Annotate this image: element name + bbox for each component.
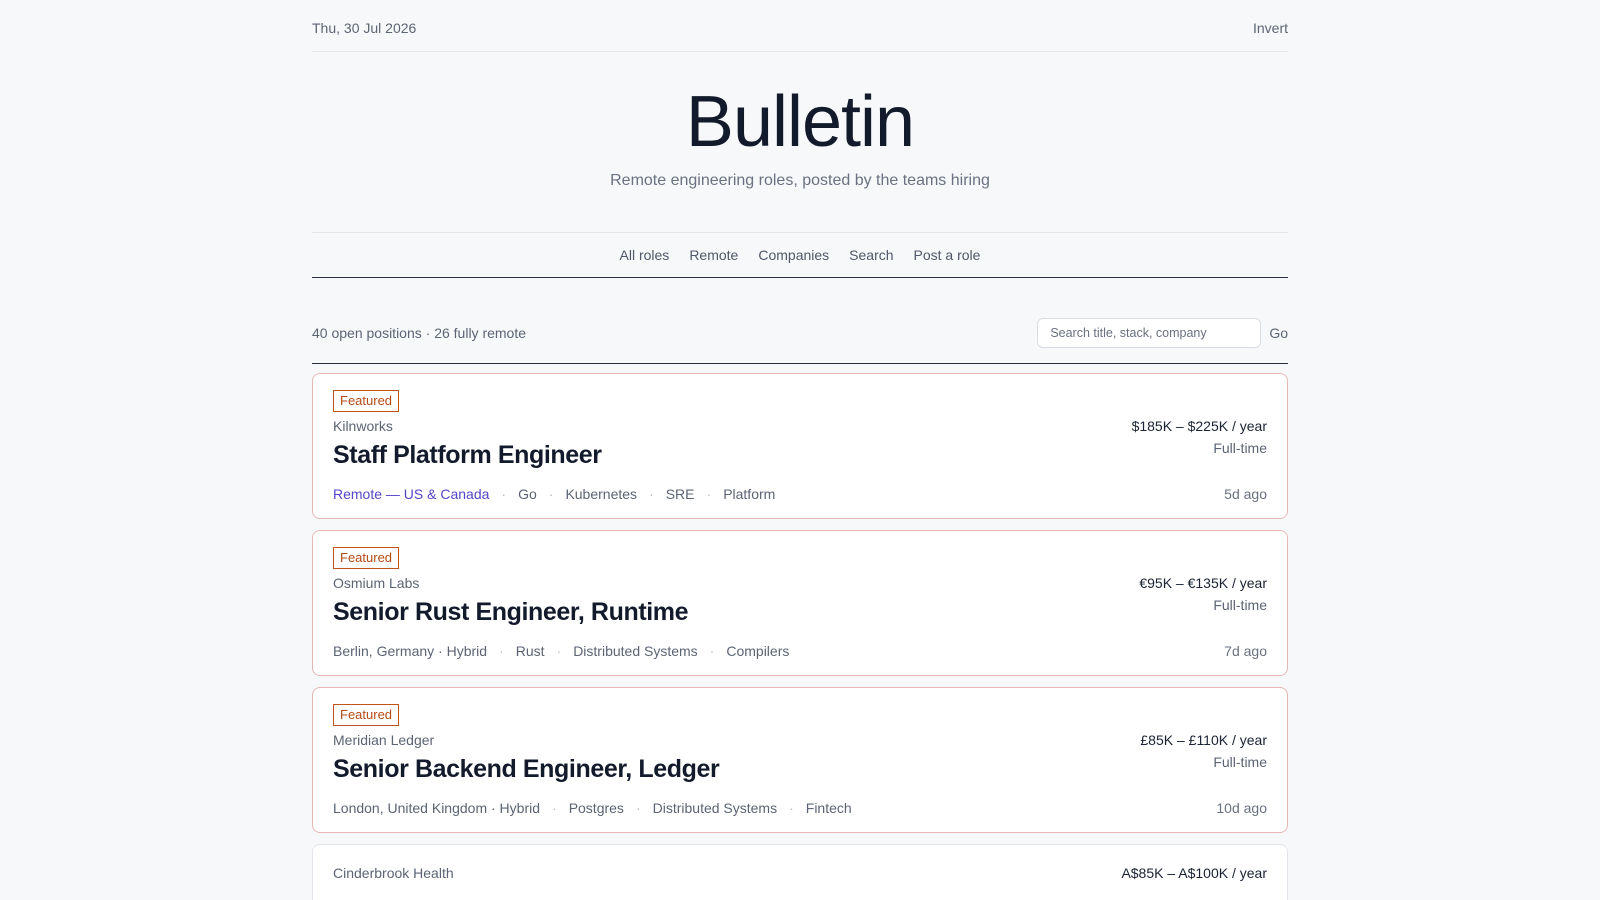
page: Thu, 30 Jul 2026 Invert Bulletin Remote … — [312, 0, 1288, 900]
job-tags: London, United Kingdom · Hybrid · Postgr… — [333, 800, 852, 816]
tag-separator: · — [635, 800, 641, 816]
nav-post-a-role[interactable]: Post a role — [914, 247, 981, 263]
featured-badge: Featured — [333, 547, 400, 569]
nav-all-roles[interactable]: All roles — [620, 247, 670, 263]
posted-age: 5d ago — [1224, 486, 1267, 502]
nav-search[interactable]: Search — [849, 247, 893, 263]
tag-separator: · — [789, 800, 794, 816]
tag-separator: · — [706, 486, 712, 502]
job-title[interactable]: Senior Rust Engineer, Runtime — [333, 598, 689, 627]
invert-toggle[interactable]: Invert — [1253, 20, 1288, 36]
job-list: Featured Kilnworks $185K – $225K / year … — [312, 373, 1288, 900]
company-name: Cinderbrook Health — [333, 865, 454, 881]
tag-separator: · — [556, 643, 562, 659]
tag-separator: · — [649, 486, 654, 502]
salary-range: £85K – £110K / year — [1140, 732, 1267, 748]
current-date: Thu, 30 Jul 2026 — [312, 19, 417, 36]
tag-separator: · — [548, 486, 554, 502]
company-name: Osmium Labs — [333, 575, 420, 591]
featured-badge: Featured — [333, 704, 400, 726]
job-location: London, United Kingdom · Hybrid — [333, 800, 541, 816]
job-tag: Distributed Systems — [573, 643, 698, 659]
search-form: Go — [1037, 317, 1288, 348]
search-input[interactable] — [1037, 317, 1262, 348]
job-card[interactable]: Featured Osmium Labs €95K – €135K / year… — [312, 530, 1288, 676]
job-title[interactable]: Staff Platform Engineer — [333, 441, 602, 470]
site-title: Bulletin — [685, 82, 915, 162]
job-tag: Fintech — [805, 800, 852, 816]
job-tag: Kubernetes — [565, 486, 638, 502]
salary-range: A$85K – A$100K / year — [1121, 865, 1267, 881]
site-tagline: Remote engineering roles, posted by the … — [610, 172, 990, 189]
job-tag: SRE — [665, 486, 695, 502]
nav-companies[interactable]: Companies — [758, 247, 829, 263]
job-tag: Compilers — [726, 643, 790, 659]
featured-badge: Featured — [333, 390, 400, 412]
search-go-button[interactable]: Go — [1269, 325, 1288, 341]
job-tag: Go — [518, 486, 537, 502]
main-nav: All roles Remote Companies Search Post a… — [312, 233, 1288, 278]
posted-age: 10d ago — [1216, 800, 1267, 816]
employment-type: Full-time — [1213, 754, 1267, 770]
tag-separator: · — [499, 643, 504, 659]
job-location: Berlin, Germany · Hybrid — [333, 643, 488, 659]
job-tag: Distributed Systems — [652, 800, 778, 816]
employment-type: Full-time — [1213, 440, 1267, 456]
company-name: Meridian Ledger — [333, 732, 435, 748]
positions-summary: 40 open positions · 26 fully remote — [312, 324, 527, 341]
posted-age: 7d ago — [1224, 643, 1267, 659]
job-card[interactable]: Cinderbrook Health A$85K – A$100K / year — [312, 844, 1288, 900]
job-tag: Platform — [723, 486, 776, 502]
job-tags: Remote — US & Canada · Go · Kubernetes ·… — [333, 486, 775, 502]
job-card[interactable]: Featured Meridian Ledger £85K – £110K / … — [312, 687, 1288, 833]
job-tag: Rust — [515, 643, 545, 659]
employment-type: Full-time — [1213, 597, 1267, 613]
tag-separator: · — [552, 800, 557, 816]
nav-remote[interactable]: Remote — [689, 247, 738, 263]
job-tags: Berlin, Germany · Hybrid · Rust · Distri… — [333, 643, 789, 659]
job-title[interactable]: Senior Backend Engineer, Ledger — [333, 755, 720, 784]
salary-range: $185K – $225K / year — [1131, 418, 1267, 434]
salary-range: €95K – €135K / year — [1139, 575, 1267, 591]
tag-separator: · — [709, 643, 715, 659]
job-card[interactable]: Featured Kilnworks $185K – $225K / year … — [312, 373, 1288, 519]
top-bar: Thu, 30 Jul 2026 Invert — [312, 0, 1288, 52]
tag-separator: · — [501, 486, 507, 502]
listing-toolbar: 40 open positions · 26 fully remote Go — [312, 302, 1288, 364]
job-location: Remote — US & Canada — [333, 486, 490, 502]
company-name: Kilnworks — [333, 418, 393, 434]
masthead: Bulletin Remote engineering roles, poste… — [312, 52, 1288, 233]
job-tag: Postgres — [568, 800, 624, 816]
